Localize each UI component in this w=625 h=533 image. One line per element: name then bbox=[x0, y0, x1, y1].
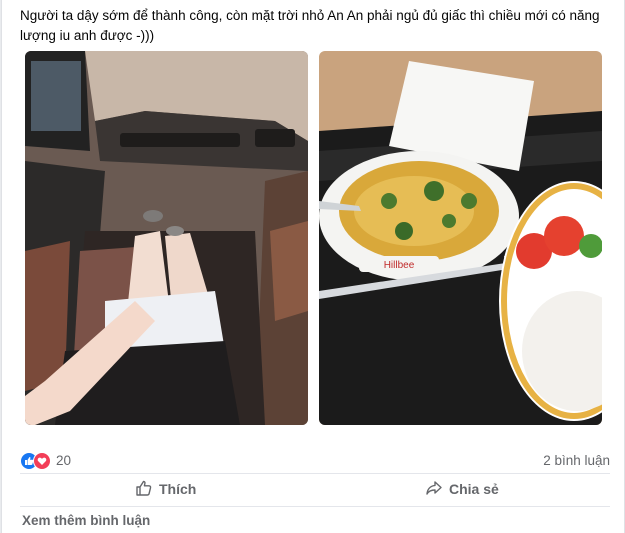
divider-top bbox=[20, 473, 610, 474]
soup-meal-illustration: Hillbee bbox=[319, 51, 602, 425]
post-text: Người ta dậy sớm để thành công, còn mặt … bbox=[20, 8, 600, 43]
comment-count[interactable]: 2 bình luận bbox=[543, 453, 610, 468]
like-button-label: Thích bbox=[159, 481, 197, 497]
photo-soup-meal[interactable]: Hillbee bbox=[319, 51, 602, 425]
like-button[interactable]: Thích bbox=[135, 475, 196, 503]
reaction-count[interactable]: 20 bbox=[56, 453, 71, 468]
share-button[interactable]: Chia sẻ bbox=[425, 475, 499, 503]
car-interior-illustration bbox=[25, 51, 308, 425]
reaction-icons[interactable] bbox=[20, 452, 52, 470]
bowl-brand-text: Hillbee bbox=[384, 260, 415, 271]
love-icon bbox=[33, 452, 51, 470]
thumbs-up-icon bbox=[135, 479, 153, 500]
post-card: Người ta dậy sớm để thành công, còn mặt … bbox=[1, 0, 625, 533]
share-button-label: Chia sẻ bbox=[449, 481, 499, 497]
post-actions: Thích Chia sẻ bbox=[20, 475, 610, 503]
view-more-comments-link[interactable]: Xem thêm bình luận bbox=[22, 513, 150, 528]
photo-car-interior[interactable] bbox=[25, 51, 308, 425]
divider-bottom bbox=[20, 506, 610, 507]
share-arrow-icon bbox=[425, 479, 443, 500]
post-stats: 20 2 bình luận bbox=[20, 451, 610, 471]
